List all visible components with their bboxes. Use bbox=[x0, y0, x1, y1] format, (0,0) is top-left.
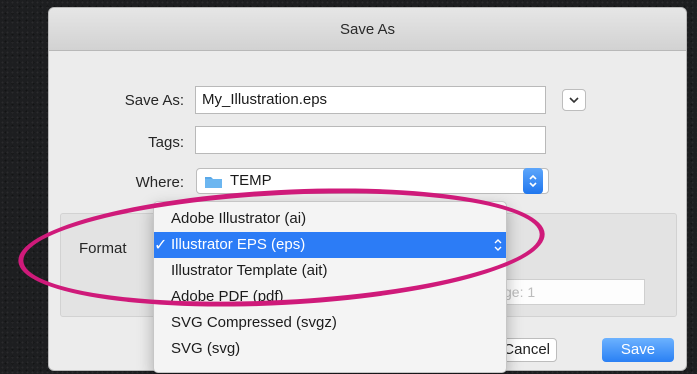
where-label: Where: bbox=[135, 174, 184, 191]
range-input[interactable]: ge: 1 bbox=[499, 279, 645, 305]
checkmark-icon: ✓ bbox=[154, 237, 168, 254]
where-select[interactable]: TEMP bbox=[196, 168, 549, 194]
filename-input[interactable]: My_Illustration.eps bbox=[195, 86, 546, 114]
format-option-ai[interactable]: Adobe Illustrator (ai) bbox=[154, 206, 506, 232]
format-dropdown-menu: Adobe Illustrator (ai) ✓ Illustrator EPS… bbox=[153, 201, 507, 373]
save-button[interactable]: Save bbox=[602, 338, 674, 362]
expand-dialog-button[interactable] bbox=[562, 89, 586, 111]
tags-label: Tags: bbox=[148, 134, 184, 151]
tags-input[interactable] bbox=[195, 126, 546, 154]
chevron-down-icon bbox=[569, 96, 579, 103]
format-option-pdf[interactable]: Adobe PDF (pdf) bbox=[154, 284, 506, 310]
menu-item-label: SVG Compressed (svgz) bbox=[171, 314, 337, 331]
menu-item-label: Illustrator Template (ait) bbox=[171, 262, 328, 279]
menu-item-label: SVG (svg) bbox=[171, 340, 241, 357]
up-down-chevron-icon bbox=[494, 239, 502, 251]
format-option-ait[interactable]: Illustrator Template (ait) bbox=[154, 258, 506, 284]
menu-item-label: Illustrator EPS (eps) bbox=[171, 236, 306, 253]
format-option-svgz[interactable]: SVG Compressed (svgz) bbox=[154, 310, 506, 336]
folder-icon bbox=[205, 177, 222, 188]
dialog-title: Save As bbox=[339, 20, 396, 38]
title-bar: Save As bbox=[49, 8, 686, 51]
menu-item-label: Adobe PDF (pdf) bbox=[171, 288, 284, 305]
up-down-chevron-icon bbox=[529, 174, 537, 188]
where-stepper-button[interactable] bbox=[523, 168, 543, 194]
range-value: ge: 1 bbox=[504, 284, 536, 300]
save-as-label: Save As: bbox=[124, 92, 184, 109]
format-label: Format bbox=[79, 240, 127, 257]
format-option-eps[interactable]: ✓ Illustrator EPS (eps) bbox=[154, 232, 506, 258]
menu-item-label: Adobe Illustrator (ai) bbox=[171, 210, 307, 227]
where-value: TEMP bbox=[230, 172, 272, 189]
format-option-svg[interactable]: SVG (svg) bbox=[154, 336, 506, 362]
